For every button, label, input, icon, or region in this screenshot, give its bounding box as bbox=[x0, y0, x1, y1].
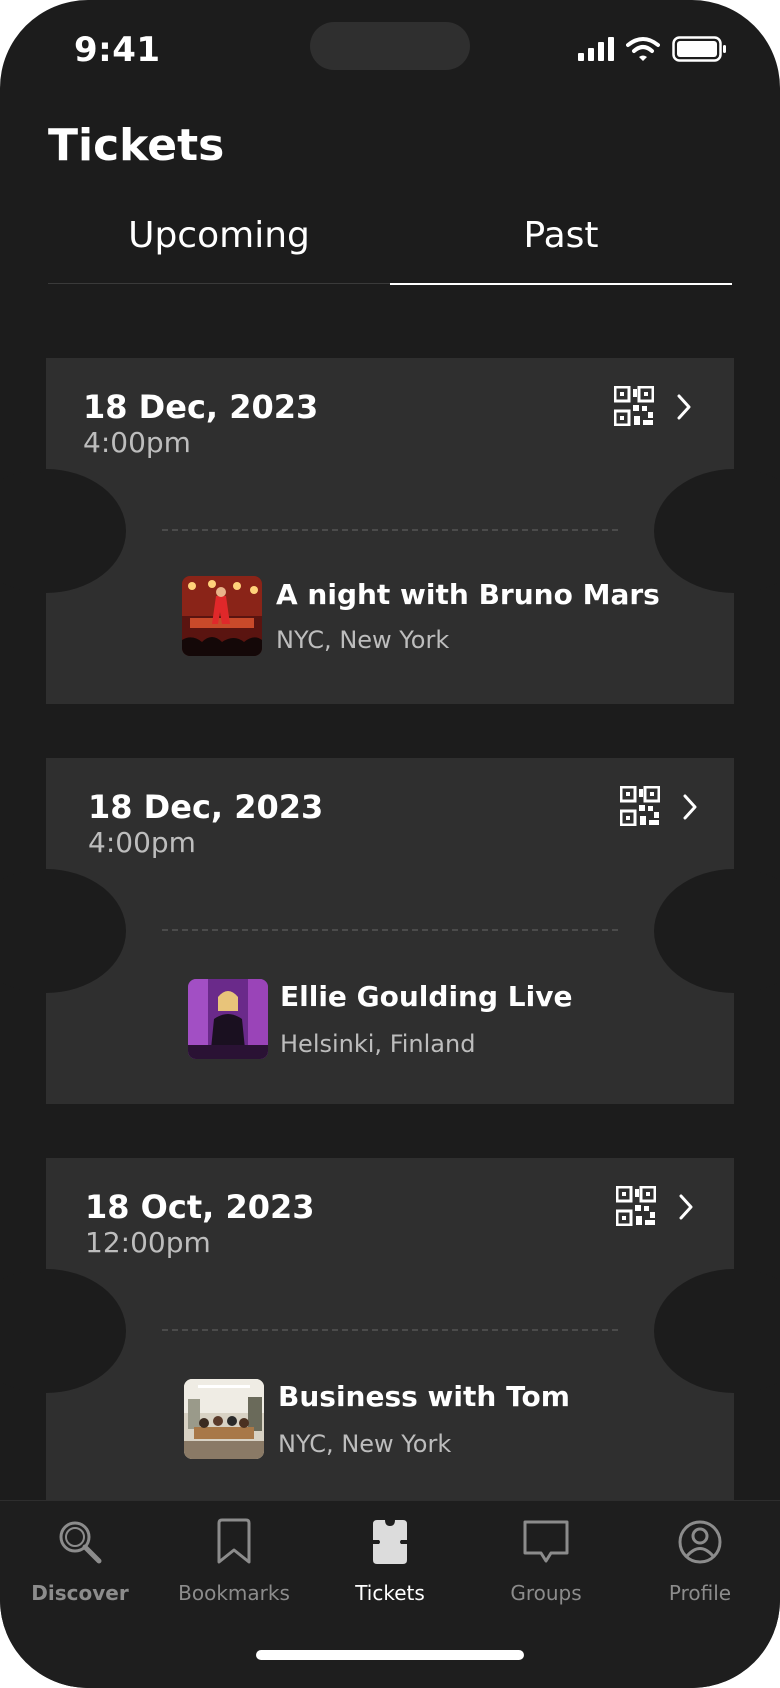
ticket-notch-right bbox=[654, 469, 780, 593]
nav-label: Discover bbox=[31, 1581, 129, 1605]
tab-past[interactable]: Past bbox=[390, 215, 732, 285]
event-location: NYC, New York bbox=[276, 626, 450, 654]
nav-groups[interactable]: Groups bbox=[468, 1513, 624, 1605]
ticket-notch-left bbox=[0, 469, 126, 593]
home-indicator bbox=[256, 1650, 524, 1660]
event-name: A night with Bruno Mars bbox=[276, 578, 660, 611]
ticket-card[interactable]: 18 Dec, 2023 4:00pm Ellie Goulding Live … bbox=[0, 758, 780, 1104]
nav-label: Groups bbox=[510, 1581, 582, 1605]
qr-code-icon[interactable] bbox=[620, 786, 660, 826]
ticket-date: 18 Dec, 2023 bbox=[88, 788, 324, 826]
qr-code-icon[interactable] bbox=[616, 1186, 656, 1226]
event-thumbnail bbox=[188, 979, 268, 1059]
qr-code-icon[interactable] bbox=[614, 386, 654, 426]
bookmark-icon bbox=[217, 1518, 251, 1564]
nav-discover[interactable]: Discover bbox=[2, 1513, 158, 1605]
nav-tickets[interactable]: Tickets bbox=[312, 1513, 468, 1605]
ticket-time: 4:00pm bbox=[83, 426, 191, 459]
event-thumbnail bbox=[184, 1379, 264, 1459]
search-icon bbox=[59, 1521, 102, 1564]
event-location: Helsinki, Finland bbox=[280, 1030, 476, 1058]
status-time: 9:41 bbox=[74, 30, 161, 70]
chat-bubble-icon bbox=[523, 1520, 569, 1563]
ticket-notch-right bbox=[654, 869, 780, 993]
nav-label: Bookmarks bbox=[178, 1581, 290, 1605]
chevron-right-icon[interactable] bbox=[678, 1194, 694, 1220]
nav-profile[interactable]: Profile bbox=[622, 1513, 778, 1605]
ticket-icon bbox=[373, 1520, 407, 1564]
nav-label: Tickets bbox=[355, 1581, 425, 1605]
chevron-right-icon[interactable] bbox=[682, 794, 698, 820]
status-icons bbox=[578, 36, 728, 62]
ticket-notch-left bbox=[0, 869, 126, 993]
ticket-perforation bbox=[162, 529, 618, 531]
tab-upcoming[interactable]: Upcoming bbox=[48, 215, 390, 284]
battery-icon bbox=[672, 36, 726, 62]
ticket-card[interactable]: 18 Oct, 2023 12:00pm Business with Tom N… bbox=[0, 1158, 780, 1504]
dynamic-island bbox=[310, 22, 470, 70]
event-location: NYC, New York bbox=[278, 1430, 452, 1458]
ticket-time: 12:00pm bbox=[85, 1226, 211, 1259]
event-name: Business with Tom bbox=[278, 1380, 570, 1413]
ticket-card[interactable]: 18 Dec, 2023 4:00pm A night with Bruno M… bbox=[0, 358, 780, 704]
event-name: Ellie Goulding Live bbox=[280, 980, 573, 1013]
user-circle-icon bbox=[678, 1520, 722, 1564]
phone-screen: 9:41 Tickets Upcoming Past 18 Dec, 2023 … bbox=[0, 0, 780, 1688]
nav-label: Profile bbox=[668, 1581, 732, 1605]
ticket-notch-left bbox=[0, 1269, 126, 1393]
nav-bookmarks[interactable]: Bookmarks bbox=[156, 1513, 312, 1605]
ticket-tabs: Upcoming Past bbox=[48, 215, 732, 285]
wifi-icon bbox=[626, 37, 660, 61]
signal-icon bbox=[578, 37, 614, 61]
ticket-time: 4:00pm bbox=[88, 826, 196, 859]
ticket-date: 18 Oct, 2023 bbox=[85, 1188, 315, 1226]
event-thumbnail bbox=[182, 576, 262, 656]
ticket-notch-right bbox=[654, 1269, 780, 1393]
chevron-right-icon[interactable] bbox=[676, 394, 692, 420]
ticket-date: 18 Dec, 2023 bbox=[83, 388, 319, 426]
page-title: Tickets bbox=[48, 120, 225, 171]
ticket-perforation bbox=[162, 1329, 618, 1331]
ticket-perforation bbox=[162, 929, 618, 931]
